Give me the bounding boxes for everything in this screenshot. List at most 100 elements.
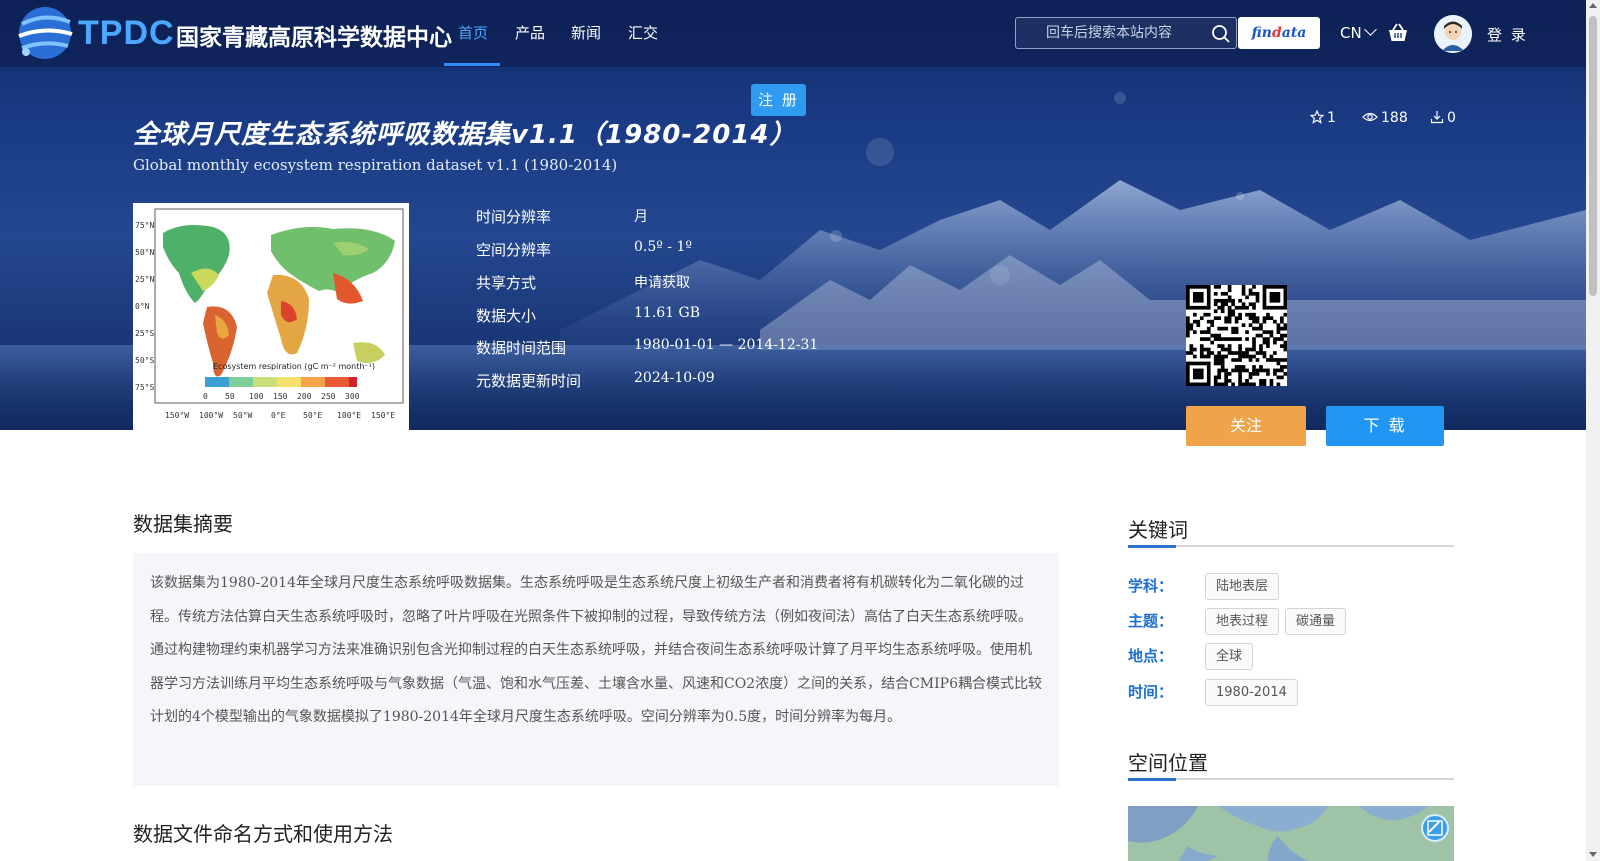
meta-label: 共享方式 <box>476 274 537 292</box>
download-button[interactable]: 下 载 <box>1326 406 1444 446</box>
abstract-body: 该数据集为1980-2014年全球月尺度生态系统呼吸数据集。生态系统呼吸是生态系… <box>133 553 1059 786</box>
map-expand-button[interactable] <box>1421 814 1449 842</box>
keyword-tag[interactable]: 全球 <box>1205 643 1254 670</box>
page-scrollbar[interactable] <box>1586 0 1600 861</box>
meta-value: 申请获取 <box>634 275 690 291</box>
page: TPDC 国家青藏高原科学数据中心 首页 产品 新闻 汇交 findata CN <box>0 0 1600 861</box>
meta-label: 数据大小 <box>476 307 537 325</box>
spatial-heading: 空间位置 <box>1128 751 1208 775</box>
keywords-heading: 关键词 <box>1128 518 1188 542</box>
nav-item-home[interactable]: 首页 <box>458 22 488 43</box>
lon-label: 50°E <box>303 411 322 420</box>
avatar-icon <box>1434 15 1472 53</box>
dataset-title-en: Global monthly ecosystem respiration dat… <box>133 156 618 174</box>
views-stat: 188 <box>1362 110 1408 126</box>
basket-icon[interactable] <box>1387 22 1409 44</box>
legend-tick: 250 <box>321 392 336 401</box>
spatial-map[interactable] <box>1128 806 1454 861</box>
spatial-divider-accent <box>1128 778 1176 781</box>
eye-icon <box>1362 112 1378 122</box>
tpdc-globe-logo[interactable] <box>14 2 76 64</box>
download-icon <box>1430 111 1444 124</box>
meta-label: 数据时间范围 <box>476 339 567 357</box>
meta-value: 11.61 GB <box>634 305 701 321</box>
lat-label: 25°S <box>135 329 154 338</box>
lat-label: 25°N <box>135 275 154 284</box>
lon-label: 0°E <box>271 411 286 420</box>
dataset-thumbnail[interactable]: 75°N 50°N 25°N 0°N 25°S 50°S 75°S Ecosys… <box>133 203 409 430</box>
nav-item-news[interactable]: 新闻 <box>571 22 601 43</box>
scroll-thumb[interactable] <box>1589 16 1597 296</box>
active-nav-indicator <box>444 63 500 66</box>
keyword-tag[interactable]: 地表过程 <box>1205 608 1280 635</box>
meta-value: 1980-01-01 — 2014-12-31 <box>634 337 819 353</box>
search-input[interactable] <box>1028 18 1198 48</box>
search-box <box>1015 17 1237 49</box>
top-nav: TPDC 国家青藏高原科学数据中心 首页 产品 新闻 汇交 findata CN <box>0 0 1586 67</box>
lat-label: 75°S <box>135 383 154 392</box>
lon-label: 50°W <box>233 411 252 420</box>
findata-label-1: fin <box>1251 25 1272 41</box>
lat-label: 50°N <box>135 248 154 257</box>
search-icon[interactable] <box>1211 24 1231 44</box>
keyword-label-location: 地点： <box>1128 647 1174 665</box>
keywords-divider-accent <box>1128 545 1176 548</box>
legend-tick: 0 <box>203 392 208 401</box>
meta-value: 0.5º - 1º <box>634 239 692 255</box>
scroll-up-arrow[interactable] <box>1589 3 1597 8</box>
meta-label: 时间分辨率 <box>476 208 552 226</box>
lon-label: 100°W <box>199 411 223 420</box>
logo-text[interactable]: TPDC <box>78 14 175 53</box>
language-selector[interactable]: CN <box>1340 23 1377 42</box>
findata-label-3: ata <box>1281 25 1307 41</box>
meta-value: 月 <box>634 209 648 225</box>
lat-label: 0°N <box>135 302 150 311</box>
legend-tick: 300 <box>345 392 360 401</box>
legend-tick: 50 <box>225 392 235 401</box>
findata-button[interactable]: findata <box>1238 17 1320 49</box>
lon-label: 100°E <box>337 411 361 420</box>
keyword-label-theme: 主题： <box>1128 612 1174 630</box>
lon-label: 150°W <box>165 411 189 420</box>
meta-label: 空间分辨率 <box>476 241 552 259</box>
login-link[interactable]: 登 录 <box>1487 24 1528 45</box>
user-avatar[interactable] <box>1434 15 1472 53</box>
respiration-world-map: 75°N 50°N 25°N 0°N 25°S 50°S 75°S Ecosys… <box>133 203 409 430</box>
keywords-divider <box>1128 545 1454 547</box>
lat-label: 75°N <box>135 221 154 230</box>
keyword-label-time: 时间： <box>1128 683 1174 701</box>
file-naming-heading: 数据文件命名方式和使用方法 <box>133 822 393 846</box>
spatial-divider <box>1128 778 1454 780</box>
map-tiles <box>1128 806 1454 861</box>
legend-tick: 100 <box>249 392 264 401</box>
stars-count: 1 <box>1327 110 1336 126</box>
chevron-down-icon <box>1363 23 1377 36</box>
meta-value: 2024-10-09 <box>634 370 715 386</box>
scroll-down-arrow[interactable] <box>1589 852 1597 857</box>
keyword-label-discipline: 学科： <box>1128 577 1174 595</box>
legend-tick: 200 <box>297 392 312 401</box>
follow-button[interactable]: 关注 <box>1186 406 1306 446</box>
lon-label: 150°E <box>371 411 395 420</box>
lat-label: 50°S <box>135 356 154 365</box>
keyword-tag[interactable]: 陆地表层 <box>1205 573 1280 600</box>
site-name[interactable]: 国家青藏高原科学数据中心 <box>176 18 452 52</box>
legend-tick: 150 <box>273 392 288 401</box>
keyword-tag[interactable]: 1980-2014 <box>1205 679 1298 706</box>
nav-item-submit[interactable]: 汇交 <box>628 22 658 43</box>
abstract-heading: 数据集摘要 <box>133 512 233 536</box>
nav-item-products[interactable]: 产品 <box>515 22 545 43</box>
legend-title: Ecosystem respiration (gC m⁻² month⁻¹) <box>213 362 375 371</box>
register-button[interactable]: 注 册 <box>751 84 806 116</box>
findata-label-2: d <box>1271 25 1282 41</box>
stars-stat[interactable]: 1 <box>1309 109 1336 126</box>
meta-label: 元数据更新时间 <box>476 372 582 390</box>
qr-code-icon <box>1186 285 1288 387</box>
views-count: 188 <box>1381 110 1408 126</box>
star-icon <box>1309 109 1325 124</box>
downloads-count: 0 <box>1447 110 1456 126</box>
qr-code <box>1186 285 1288 387</box>
keyword-tag[interactable]: 碳通量 <box>1285 608 1347 635</box>
downloads-stat: 0 <box>1430 110 1456 126</box>
dataset-title-cn: 全球月尺度生态系统呼吸数据集v1.1（1980-2014） <box>133 120 797 150</box>
